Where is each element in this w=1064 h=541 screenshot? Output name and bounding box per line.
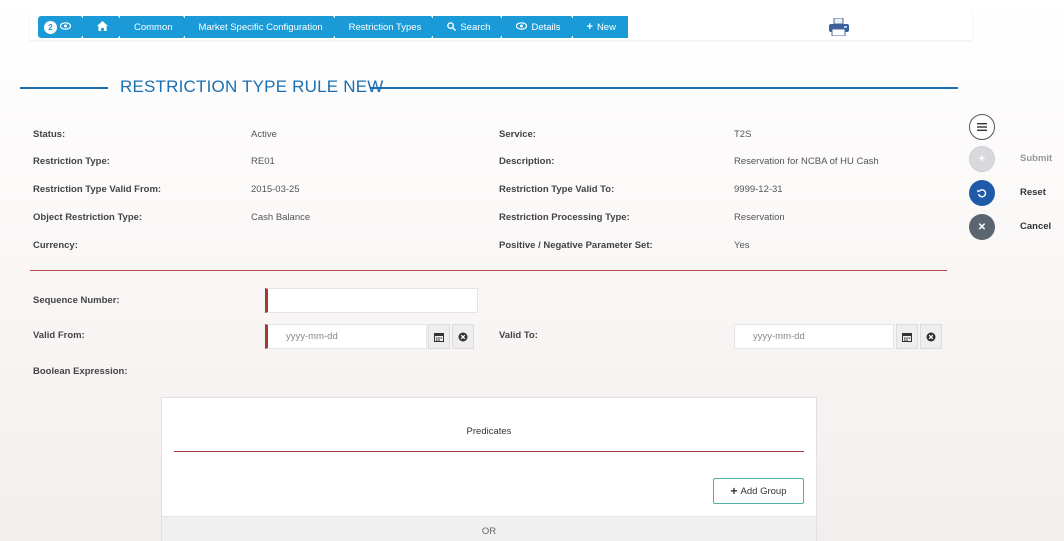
valid-from-field[interactable] [265, 324, 427, 349]
service-label: Service: [499, 129, 536, 140]
breadcrumb-details[interactable]: Details [502, 16, 580, 38]
restriction-valid-from-value: 2015-03-25 [251, 184, 300, 195]
breadcrumb: 2 Common Market Specific Configuration R… [38, 16, 630, 38]
sequence-number-input[interactable] [286, 295, 477, 306]
restriction-valid-from-label: Restriction Type Valid From: [33, 184, 162, 195]
cancel-button[interactable]: ✕ [969, 214, 995, 240]
service-value: T2S [734, 129, 752, 140]
list-icon [977, 123, 987, 131]
valid-to-clear-button[interactable] [920, 324, 942, 349]
predicates-panel: Predicates + Add Group OR [161, 397, 817, 541]
sequence-number-label: Sequence Number: [33, 295, 120, 306]
close-icon: ✕ [977, 221, 987, 233]
processing-type-label: Restriction Processing Type: [499, 212, 630, 223]
breadcrumb-label: Restriction Types [348, 21, 422, 33]
eye-icon [516, 22, 528, 32]
valid-from-calendar-button[interactable] [428, 324, 450, 349]
currency-label: Currency: [33, 240, 78, 251]
eye-icon [59, 21, 72, 33]
history-count-badge: 2 [44, 20, 57, 34]
breadcrumb-label: Details [531, 21, 561, 33]
cancel-label[interactable]: Cancel [1020, 221, 1051, 232]
predicates-title: Predicates [466, 426, 512, 437]
search-icon [447, 21, 457, 33]
valid-from-label: Valid From: [33, 330, 85, 341]
valid-from-input[interactable] [286, 331, 426, 342]
undo-icon [977, 189, 987, 198]
object-restriction-type-label: Object Restriction Type: [33, 212, 143, 223]
description-label: Description: [499, 156, 555, 167]
section-divider [30, 270, 947, 271]
close-circle-icon [926, 332, 936, 341]
list-view-button[interactable] [969, 114, 995, 140]
object-restriction-type-value: Cash Balance [251, 212, 311, 223]
breadcrumb-label: New [596, 21, 616, 33]
title-rule-left [20, 87, 108, 89]
pos-neg-parameter-value: Yes [734, 240, 750, 251]
valid-to-field[interactable] [734, 324, 894, 349]
submit-button[interactable]: + [969, 146, 995, 172]
printer-icon[interactable] [828, 17, 850, 37]
valid-to-calendar-button[interactable] [896, 324, 918, 349]
description-value: Reservation for NCBA of HU Cash [734, 156, 879, 167]
or-separator: OR [162, 516, 816, 541]
calendar-icon [434, 332, 444, 342]
valid-from-clear-button[interactable] [452, 324, 474, 349]
home-icon [97, 20, 108, 34]
status-label: Status: [33, 129, 66, 140]
restriction-valid-to-value: 9999-12-31 [734, 184, 783, 195]
close-circle-icon [458, 332, 468, 341]
breadcrumb-label: Market Specific Configuration [198, 21, 323, 33]
submit-label[interactable]: Submit [1020, 153, 1052, 164]
title-rule-right [370, 87, 958, 89]
breadcrumb-history-badge[interactable]: 2 [38, 16, 90, 38]
breadcrumb-label: Common [134, 21, 173, 33]
valid-to-input[interactable] [753, 331, 893, 342]
restriction-type-value: RE01 [251, 156, 275, 167]
restriction-type-label: Restriction Type: [33, 156, 110, 167]
predicates-divider [174, 451, 804, 452]
page-title: RESTRICTION TYPE RULE NEW [120, 77, 384, 96]
top-navigation-bar: 2 Common Market Specific Configuration R… [30, 10, 972, 40]
pos-neg-parameter-label: Positive / Negative Parameter Set: [499, 240, 653, 251]
breadcrumb-market-specific-configuration[interactable]: Market Specific Configuration [184, 16, 342, 38]
breadcrumb-new[interactable]: + New [572, 16, 628, 38]
sequence-number-field[interactable] [265, 288, 478, 313]
breadcrumb-common[interactable]: Common [120, 16, 192, 38]
restriction-valid-to-label: Restriction Type Valid To: [499, 184, 615, 195]
breadcrumb-restriction-types[interactable]: Restriction Types [334, 16, 441, 38]
reset-label[interactable]: Reset [1020, 187, 1046, 198]
valid-to-label: Valid To: [499, 330, 538, 341]
add-group-label: Add Group [740, 485, 787, 497]
breadcrumb-search[interactable]: Search [433, 16, 510, 38]
status-value: Active [251, 129, 277, 140]
plus-icon: + [730, 484, 738, 498]
calendar-icon [902, 332, 912, 342]
add-group-button[interactable]: + Add Group [713, 478, 804, 504]
reset-button[interactable] [969, 180, 995, 206]
boolean-expression-label: Boolean Expression: [33, 366, 128, 377]
plus-icon: + [978, 153, 986, 165]
breadcrumb-label: Search [460, 21, 491, 33]
processing-type-value: Reservation [734, 212, 785, 223]
plus-icon: + [586, 21, 593, 33]
